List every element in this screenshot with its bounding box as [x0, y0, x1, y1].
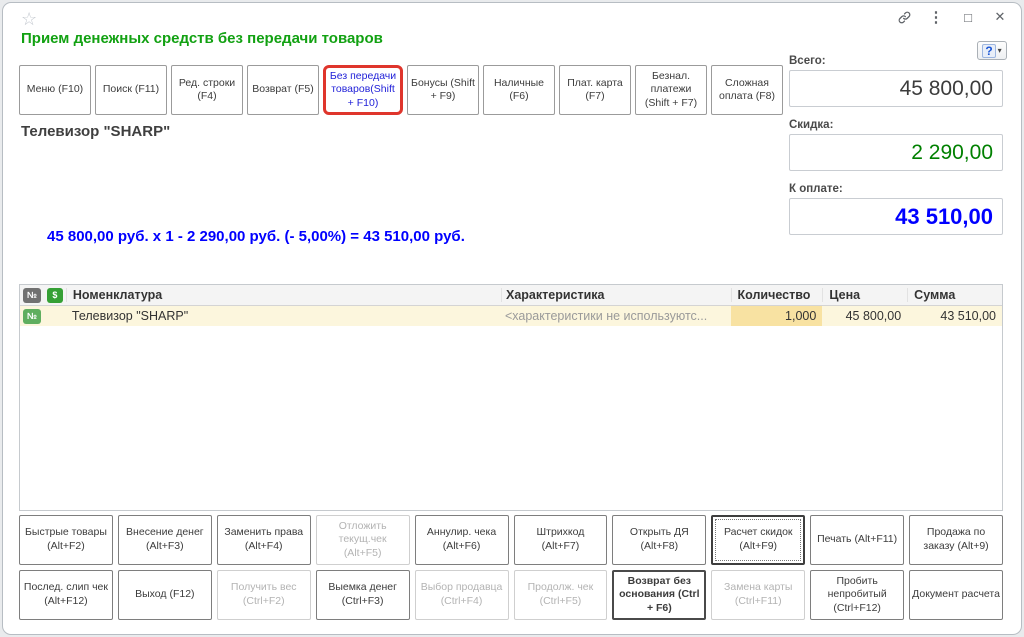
col-nomenclature: Номенклатура — [66, 288, 501, 302]
return-without-basis-button[interactable]: Возврат без основания (Ctrl + F6) — [612, 570, 706, 620]
due-value: 43 510,00 — [789, 198, 1003, 235]
money-header-icon: $ — [47, 288, 63, 303]
cash-button[interactable]: Наличные (F6) — [483, 65, 555, 115]
discount-value: 2 290,00 — [789, 134, 1003, 171]
quick-goods-button[interactable]: Быстрые товары (Alt+F2) — [19, 515, 113, 565]
replace-card-button: Замена карты (Ctrl+F11) — [711, 570, 805, 620]
calculate-discounts-button[interactable]: Расчет скидок (Alt+F9) — [711, 515, 805, 565]
menu-button[interactable]: Меню (F10) — [19, 65, 91, 115]
total-label: Всего: — [789, 55, 1003, 67]
withdraw-money-button[interactable]: Выемка денег (Ctrl+F3) — [316, 570, 410, 620]
actions-row-2: Послед. слип чек (Alt+F12) Выход (F12) П… — [19, 570, 1003, 620]
exit-button[interactable]: Выход (F12) — [118, 570, 212, 620]
discount-formula: 45 800,00 руб. x 1 - 2 290,00 руб. (- 5,… — [47, 228, 465, 245]
title-bar: ☆ ⋮ □ ✕ — [3, 3, 1021, 33]
cashless-payments-button[interactable]: Безнал. платежи (Shift + F7) — [635, 65, 707, 115]
change-rights-button[interactable]: Заменить права (Alt+F4) — [217, 515, 311, 565]
table-header: № $ Номенклатура Характеристика Количест… — [20, 285, 1002, 306]
copy-link-icon[interactable] — [895, 8, 913, 26]
due-label: К оплате: — [789, 183, 1003, 195]
favorite-star-icon[interactable]: ☆ — [21, 9, 37, 30]
continue-receipt-button: Продолж. чек (Ctrl+F5) — [514, 570, 608, 620]
col-quantity: Количество — [731, 288, 823, 302]
col-sum: Сумма — [907, 288, 1002, 302]
cell-quantity: 1,000 — [731, 306, 823, 326]
row-number-icon: № — [23, 309, 41, 324]
app-window: ☆ ⋮ □ ✕ ? ▾ Прием денежных средств без п… — [2, 2, 1022, 635]
edit-row-button[interactable]: Ред. строки (F4) — [171, 65, 243, 115]
row-number-header-icon: № — [23, 288, 41, 303]
totals-panel: Всего: 45 800,00 Скидка: 2 290,00 К опла… — [789, 51, 1003, 235]
punch-unpunched-button[interactable]: Пробить непробитый (Ctrl+F12) — [810, 570, 904, 620]
search-button[interactable]: Поиск (F11) — [95, 65, 167, 115]
payment-card-button[interactable]: Плат. карта (F7) — [559, 65, 631, 115]
get-weight-button: Получить вес (Ctrl+F2) — [217, 570, 311, 620]
discount-label: Скидка: — [789, 119, 1003, 131]
cell-sum: 43 510,00 — [907, 309, 1002, 323]
print-button[interactable]: Печать (Alt+F11) — [810, 515, 904, 565]
deposit-money-button[interactable]: Внесение денег (Alt+F3) — [118, 515, 212, 565]
total-value: 45 800,00 — [789, 70, 1003, 107]
settlement-document-button[interactable]: Документ расчета — [909, 570, 1003, 620]
sale-by-order-button[interactable]: Продажа по заказу (Alt+9) — [909, 515, 1003, 565]
return-button[interactable]: Возврат (F5) — [247, 65, 319, 115]
maximize-icon[interactable]: □ — [959, 8, 977, 26]
cell-nomenclature: Телевизор "SHARP" — [66, 309, 501, 323]
cell-characteristic: <характеристики не используютс... — [501, 309, 731, 323]
bonuses-button[interactable]: Бонусы (Shift + F9) — [407, 65, 479, 115]
complex-payment-button[interactable]: Сложная оплата (F8) — [711, 65, 783, 115]
cancel-receipt-button[interactable]: Аннулир. чека (Alt+F6) — [415, 515, 509, 565]
col-price: Цена — [822, 288, 907, 302]
current-item-name: Телевизор "SHARP" — [21, 123, 170, 140]
items-table[interactable]: № $ Номенклатура Характеристика Количест… — [19, 284, 1003, 511]
without-goods-transfer-button[interactable]: Без передачи товаров(Shift + F10) — [323, 65, 403, 115]
select-seller-button: Выбор продавца (Ctrl+F4) — [415, 570, 509, 620]
close-icon[interactable]: ✕ — [991, 8, 1009, 26]
open-cash-drawer-button[interactable]: Открыть ДЯ (Alt+F8) — [612, 515, 706, 565]
last-slip-receipt-button[interactable]: Послед. слип чек (Alt+F12) — [19, 570, 113, 620]
col-characteristic: Характеристика — [501, 288, 731, 302]
more-menu-icon[interactable]: ⋮ — [927, 8, 945, 26]
barcode-button[interactable]: Штрихкод (Alt+F7) — [514, 515, 608, 565]
table-row[interactable]: № Телевизор "SHARP" <характеристики не и… — [20, 306, 1002, 326]
cell-price: 45 800,00 — [822, 309, 907, 323]
actions-row-1: Быстрые товары (Alt+F2) Внесение денег (… — [19, 515, 1003, 565]
top-toolbar: Меню (F10) Поиск (F11) Ред. строки (F4) … — [19, 65, 783, 115]
page-title: Прием денежных средств без передачи това… — [21, 30, 383, 47]
postpone-receipt-button: Отложить текущ.чек (Alt+F5) — [316, 515, 410, 565]
